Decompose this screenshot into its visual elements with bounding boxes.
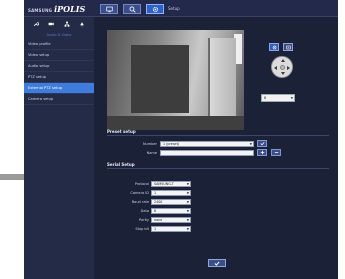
setup-button[interactable] [146, 4, 164, 14]
baud-rate-select[interactable]: 2400 [151, 199, 191, 205]
dial-center[interactable] [280, 65, 285, 70]
protocol-label: Protocol [134, 182, 149, 186]
stop-bit-label: Stop bit [135, 227, 149, 231]
camera-id-label: Camera ID [130, 191, 149, 195]
preset-name-input[interactable] [160, 150, 254, 156]
sidebar-item-video-setup[interactable]: Video setup [24, 50, 94, 61]
preset-add-button[interactable] [257, 149, 267, 156]
monitor-button[interactable] [100, 4, 118, 14]
event-icon[interactable] [79, 21, 85, 27]
logo-product: iPOLIS [54, 4, 86, 14]
monitor-icon [105, 6, 113, 12]
checkmark-icon [259, 141, 265, 146]
data-bits-select[interactable]: 8 [151, 208, 191, 214]
zoom-icon [285, 45, 291, 49]
parity-label: Parity [139, 218, 149, 222]
sidebar-item-ptz-setup[interactable]: PTZ setup [24, 72, 94, 83]
serial-setup-title: Serial Setup [107, 162, 135, 167]
stop-bit-select[interactable]: 1 [151, 226, 191, 232]
sidebar-item-external-ptz-setup[interactable]: External PTZ setup [24, 83, 94, 94]
pan-up-icon[interactable] [281, 59, 285, 62]
sidebar-item-camera-setup[interactable]: Camera setup [24, 94, 94, 105]
sidebar-item-video-profile[interactable]: Video profile [24, 39, 94, 50]
checkmark-icon [214, 261, 220, 266]
search-button[interactable] [123, 4, 141, 14]
divider [107, 168, 329, 169]
sidebar-toolbar [24, 17, 94, 31]
zoom-mode-button[interactable] [283, 43, 293, 51]
divider [107, 135, 329, 136]
page-title: Setup [168, 6, 180, 11]
app-window: SAMSUNG iPOLIS Setup Audio & Video Video… [24, 0, 338, 279]
sidebar-section-title: Audio & Video [46, 33, 72, 37]
preset-setup-title: Preset setup [107, 129, 136, 134]
ptz-speed-select[interactable]: 8 [261, 94, 295, 102]
pan-right-icon[interactable] [287, 66, 290, 70]
protocol-select[interactable]: SAMSUNG-T [151, 181, 191, 187]
preset-save-button[interactable] [257, 140, 267, 147]
network-icon[interactable] [64, 21, 70, 27]
sidebar: Audio & Video Video profile Video setup … [24, 17, 94, 279]
ptz-icon [272, 45, 276, 49]
plus-icon [260, 150, 264, 155]
parity-select[interactable]: none [151, 217, 191, 223]
search-icon [129, 6, 136, 13]
privacy-mask [131, 45, 189, 113]
camera-icon[interactable] [48, 21, 54, 27]
baud-rate-label: Baud rate [131, 200, 149, 204]
preset-number-label: Number [142, 142, 157, 146]
logo-brand: SAMSUNG [28, 8, 53, 13]
top-header: SAMSUNG iPOLIS Setup [24, 0, 338, 17]
ptz-control-panel: 8 [257, 43, 319, 115]
preset-number-select[interactable]: 1 (preset) [160, 141, 254, 147]
pan-left-icon[interactable] [274, 66, 277, 70]
minus-icon [274, 152, 278, 153]
pan-down-icon[interactable] [281, 72, 285, 75]
left-edge-strip [0, 174, 24, 180]
video-floor [107, 116, 244, 130]
gear-icon [152, 6, 158, 12]
data-bits-label: Data [140, 209, 149, 213]
preset-name-label: Name [146, 151, 157, 155]
camera-id-select[interactable]: 1 [151, 190, 191, 196]
ptz-direction-dial[interactable] [271, 56, 293, 78]
video-door [208, 38, 236, 120]
preset-delete-button[interactable] [271, 149, 281, 156]
ptz-mode-button[interactable] [269, 43, 279, 51]
apply-button[interactable] [208, 259, 226, 267]
logo: SAMSUNG iPOLIS [28, 4, 85, 14]
wrench-icon[interactable] [33, 21, 39, 27]
sidebar-item-audio-setup[interactable]: Audio setup [24, 61, 94, 72]
video-preview [107, 30, 244, 130]
